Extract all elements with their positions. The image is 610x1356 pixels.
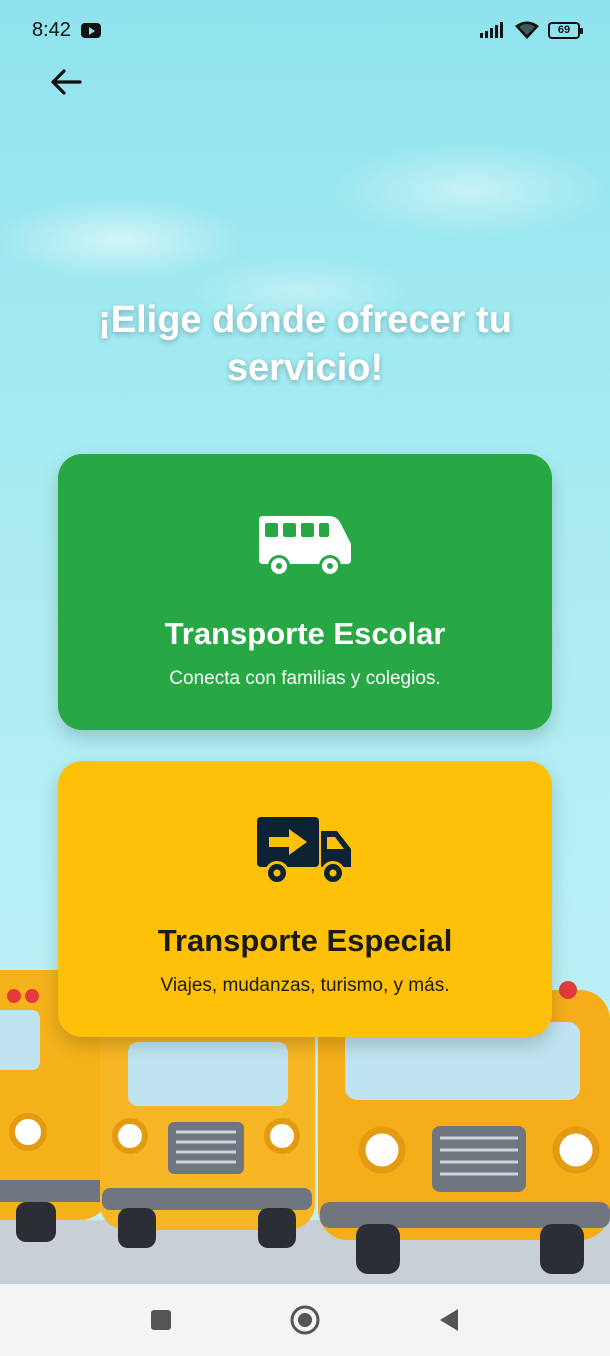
card-title: Transporte Especial [157,923,453,958]
square-icon [151,1310,171,1330]
youtube-notification-icon [80,22,101,38]
triangle-back-icon [440,1309,458,1331]
card-transporte-escolar[interactable]: Transporte Escolar Conecta con familias … [58,454,552,730]
recents-button[interactable] [144,1303,178,1337]
circle-icon [290,1305,320,1335]
card-title: Transporte Escolar [164,616,446,651]
card-transporte-especial[interactable]: Transporte Especial Viajes, mudanzas, tu… [58,761,552,1037]
home-button[interactable] [288,1303,322,1337]
back-nav-button[interactable] [432,1303,466,1337]
truck-icon [257,817,351,885]
bus-icon [259,516,351,577]
card-subtitle: Conecta con familias y colegios. [169,668,441,689]
signal-icon [480,22,503,38]
battery-icon: 69 [548,21,583,39]
status-left: 8:42 [32,19,101,42]
arrow-left-icon [51,69,82,95]
back-button[interactable] [44,62,88,102]
sky-background [0,60,610,320]
card-subtitle: Viajes, mudanzas, turismo, y más. [160,975,450,996]
status-bar: 8:42 69 [0,0,610,60]
bus-middle [100,1010,315,1248]
status-time: 8:42 [32,18,71,41]
wifi-icon [515,21,539,39]
navigation-bar [0,1284,610,1356]
page-title: ¡Elige dónde ofrecer tu servicio! [98,299,512,389]
status-right: 69 [480,20,583,40]
